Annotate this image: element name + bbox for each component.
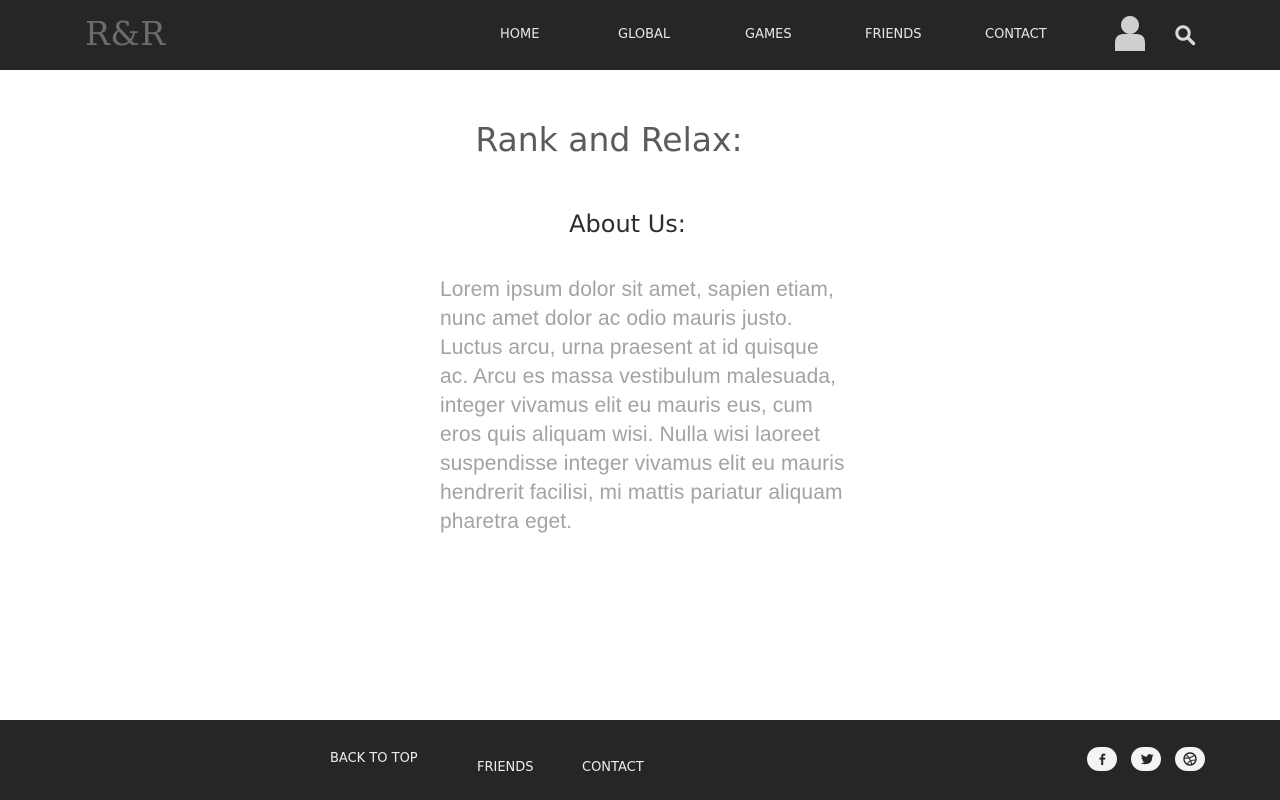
- dribbble-icon[interactable]: [1175, 747, 1205, 771]
- footer-contact-link[interactable]: CONTACT: [582, 760, 644, 776]
- nav-friends[interactable]: FRIENDS: [865, 27, 922, 43]
- about-paragraph: Lorem ipsum dolor sit amet, sapien etiam…: [440, 278, 845, 533]
- facebook-icon[interactable]: [1087, 747, 1117, 771]
- nav-global[interactable]: GLOBAL: [618, 27, 670, 43]
- nav-home[interactable]: HOME: [500, 27, 539, 43]
- search-icon[interactable]: [1174, 24, 1196, 46]
- back-to-top-link[interactable]: BACK TO TOP: [330, 751, 418, 767]
- twitter-icon[interactable]: [1131, 747, 1161, 771]
- nav-games[interactable]: GAMES: [745, 27, 792, 43]
- about-heading: About Us:: [569, 210, 686, 238]
- footer-friends-link[interactable]: FRIENDS: [477, 760, 534, 776]
- site-header: R&R HOME GLOBAL GAMES FRIENDS CONTACT: [0, 0, 1280, 70]
- nav-contact[interactable]: CONTACT: [985, 27, 1047, 43]
- user-icon[interactable]: [1113, 15, 1147, 51]
- site-logo[interactable]: R&R: [85, 14, 166, 54]
- page-title: Rank and Relax:: [475, 120, 743, 159]
- site-footer: BACK TO TOP FRIENDS CONTACT: [0, 720, 1280, 800]
